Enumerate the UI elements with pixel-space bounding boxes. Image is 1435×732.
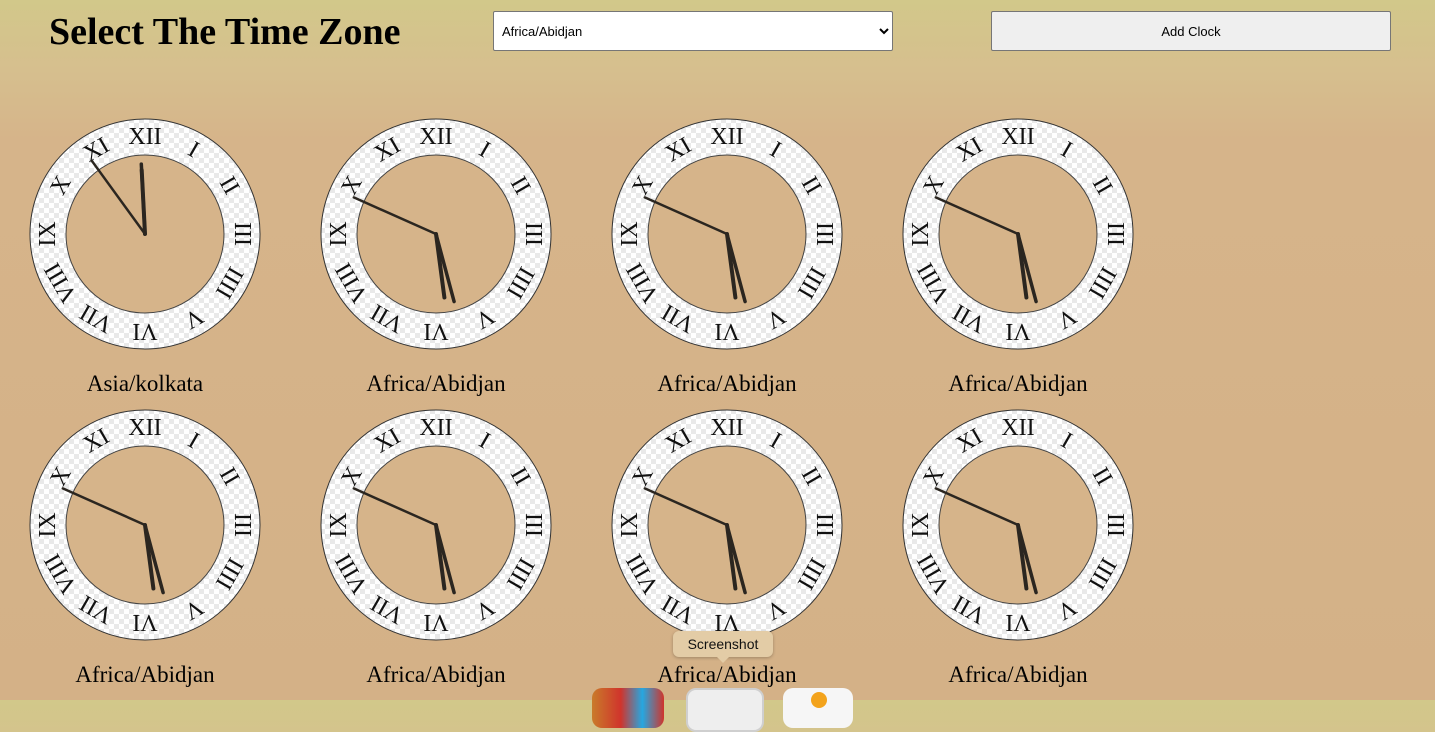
clock-numeral: XII (710, 415, 743, 441)
clock-timezone-label: Africa/Abidjan (366, 371, 506, 396)
clock-numeral: VI (714, 318, 739, 344)
dock-app-icon-1[interactable] (592, 688, 664, 728)
clock-card: XII I II III IIII V VI VII VIII IX X XI Africa/Abidj… (29, 409, 309, 709)
clock-timezone-label: Asia/kolkata (86, 371, 204, 396)
clock-numeral: XII (1001, 124, 1034, 150)
clock-numeral: III (1102, 513, 1128, 537)
clock-card: XII I II III IIII V VI VII VIII IX X XI Africa/Abidj… (611, 118, 891, 418)
clock-numeral: III (520, 513, 546, 537)
clock-numeral: VI (132, 609, 157, 635)
clock-numeral: IX (35, 512, 61, 537)
timezone-select[interactable]: Africa/Abidjan (493, 11, 893, 51)
clock-numeral: XII (419, 124, 452, 150)
clock-card: XII I II III IIII V VI VII VIII IX X XI Africa/Abidj… (320, 409, 600, 709)
clock-timezone-label: Africa/Abidjan (948, 371, 1088, 396)
clock-face: XII IIIIIIIIIIVVIVIIVIIIIXXXI (611, 409, 843, 641)
clock-timezone-label: Africa/Abidjan (657, 662, 797, 687)
clock-numeral: XII (128, 124, 161, 150)
clock-numeral: III (229, 513, 255, 537)
clock-numeral: III (1102, 222, 1128, 246)
screenshot-icon[interactable] (686, 688, 764, 732)
clock-card: XII I II III IIII V VI VII VIII IX X XI Asia/kolkata (29, 118, 309, 418)
clock-face: XII IIIIIIIIIIVVIVIIVIIIIXXXI (29, 118, 261, 350)
clock-numeral: VI (1005, 609, 1030, 635)
clock-card: XII I II III IIII V VI VII VIII IX X XI Africa/Abidj… (902, 118, 1182, 418)
clock-numeral: IX (35, 221, 61, 246)
clock-numeral: IX (326, 221, 352, 246)
clock-numeral: IX (326, 512, 352, 537)
dock-app-icon-3[interactable] (783, 688, 853, 728)
clock-numeral: III (811, 513, 837, 537)
clock-timezone-label: Africa/Abidjan (366, 662, 506, 687)
clock-face: XII IIIIIIIIIIVVIVIIVIIIIXXXI (902, 409, 1134, 641)
clock-face: XII IIIIIIIIIIVVIVIIVIIIIXXXI (320, 409, 552, 641)
clock-timezone-label: Africa/Abidjan (75, 662, 215, 687)
clock-numeral: VI (423, 318, 448, 344)
dock-tooltip: Screenshot (673, 631, 773, 663)
clock-numeral: XII (419, 415, 452, 441)
clock-numeral: IX (617, 221, 643, 246)
clock-numeral: VI (132, 318, 157, 344)
clock-card: XII I II III IIII V VI VII VIII IX X XI Africa/Abidj… (320, 118, 600, 418)
clock-numeral: IX (908, 221, 934, 246)
clock-numeral: IX (617, 512, 643, 537)
page-title: Select The Time Zone (49, 11, 401, 53)
clock-card: XII I II III IIII V VI VII VIII IX X XI Africa/Abidj… (611, 409, 891, 709)
clock-timezone-label: Africa/Abidjan (657, 371, 797, 396)
clock-numeral: VI (1005, 318, 1030, 344)
clock-card: XII I II III IIII V VI VII VIII IX X XI Africa/Abidj… (902, 409, 1182, 709)
clock-numeral: III (229, 222, 255, 246)
clock-numeral: III (811, 222, 837, 246)
clock-face: XII IIIIIIIIIIVVIVIIVIIIIXXXI (29, 409, 261, 641)
clock-numeral: XII (1001, 415, 1034, 441)
clock-numeral: VI (423, 609, 448, 635)
clock-numeral: III (520, 222, 546, 246)
clock-timezone-label: Africa/Abidjan (948, 662, 1088, 687)
clock-face: XII IIIIIIIIIIVVIVIIVIIIIXXXI (611, 118, 843, 350)
clock-face: XII IIIIIIIIIIVVIVIIVIIIIXXXI (320, 118, 552, 350)
clock-numeral: XII (710, 124, 743, 150)
clock-numeral: XII (128, 415, 161, 441)
clock-numeral: IX (908, 512, 934, 537)
add-clock-button[interactable]: Add Clock (991, 11, 1391, 51)
clock-face: XII IIIIIIIIIIVVIVIIVIIIIXXXI (902, 118, 1134, 350)
